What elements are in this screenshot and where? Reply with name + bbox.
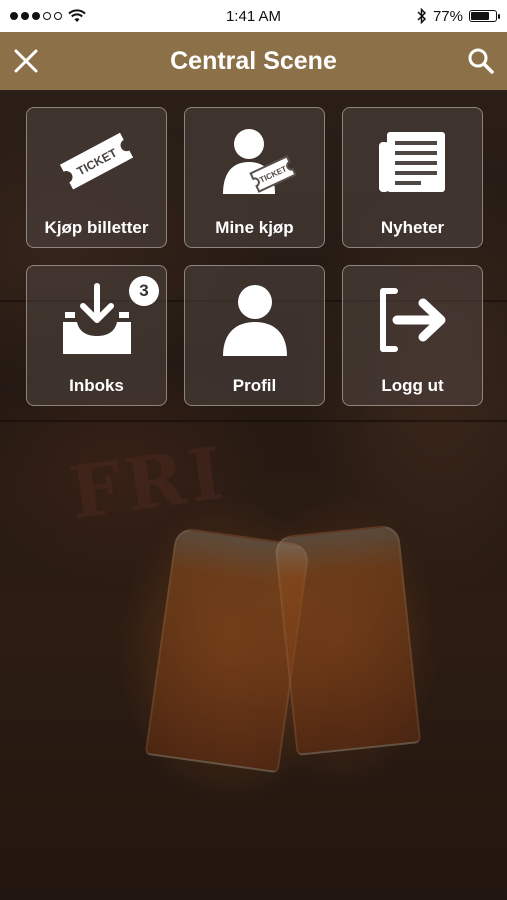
close-icon [14,49,38,73]
signal-dots-icon [10,12,62,20]
wifi-icon [68,9,86,22]
user-icon [222,285,287,356]
tile-label: Mine kjøp [215,218,294,237]
search-button[interactable] [461,41,501,81]
unread-count-badge: 3 [129,276,159,306]
battery-icon [469,10,500,22]
battery-percent: 77% [432,7,463,25]
tile-label: Profil [232,376,277,395]
tile-news[interactable]: Nyheter [342,107,483,248]
tile-buy-tickets[interactable]: TICKET Kjøp billetter [26,107,167,248]
tile-label: Logg ut [381,376,444,395]
search-icon [468,48,494,74]
user-ticket-icon: TICKET [222,129,297,194]
page-title: Central Scene [170,46,337,75]
inbox-download-icon [62,283,131,354]
tile-label: Nyheter [380,218,445,237]
tile-label: Inboks [69,376,124,395]
ticket-icon: TICKET [59,132,133,190]
close-button[interactable] [6,41,46,81]
tile-my-purchases[interactable]: TICKET Mine kjøp [184,107,325,248]
bluetooth-icon [417,8,427,24]
nav-bar: Central Scene [0,32,507,90]
tile-inbox[interactable]: 3 Inboks [26,265,167,406]
menu-grid: TICKET Kjøp billetter TICKET Mine kjøp N… [26,107,483,406]
tile-label: Kjøp billetter [44,218,149,237]
status-bar: 1:41 AM 77% [0,0,507,32]
tile-logout[interactable]: Logg ut [342,265,483,406]
tile-profile[interactable]: Profil [184,265,325,406]
newspaper-icon [378,132,445,192]
logout-icon [379,288,445,352]
battery-level-fill [471,12,490,20]
